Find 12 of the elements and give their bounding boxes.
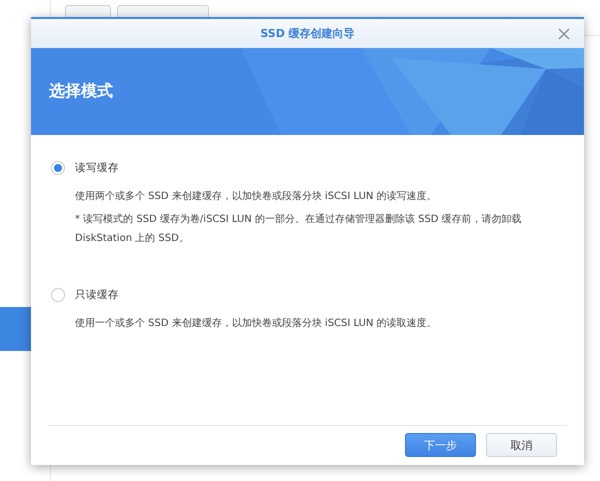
cancel-button[interactable]: 取消	[486, 433, 557, 457]
option-label[interactable]: 读写缓存	[75, 161, 119, 175]
option-note: * 读写模式的 SSD 缓存为卷/iSCSI LUN 的一部分。在通过存储管理器删除该 SSD 缓存前，请勿卸载 DiskStation 上的 SSD。	[75, 212, 523, 246]
nav-item-highlight	[0, 307, 34, 351]
window-title: SSD 缓存创建向导	[260, 26, 355, 41]
radio-button[interactable]	[51, 288, 65, 302]
option-description: 使用两个或多个 SSD 来创建缓存，以加快卷或段落分块 iSCSI LUN 的读写速度。	[75, 190, 438, 204]
option-description: 使用一个或多个 SSD 来创建缓存，以加快卷或段落分块 iSCSI LUN 的读取速度。	[75, 316, 438, 331]
radio-button[interactable]	[51, 161, 65, 175]
close-icon[interactable]	[558, 28, 570, 40]
page-heading: 选择模式	[49, 81, 113, 102]
option-label[interactable]: 只读缓存	[75, 288, 119, 302]
